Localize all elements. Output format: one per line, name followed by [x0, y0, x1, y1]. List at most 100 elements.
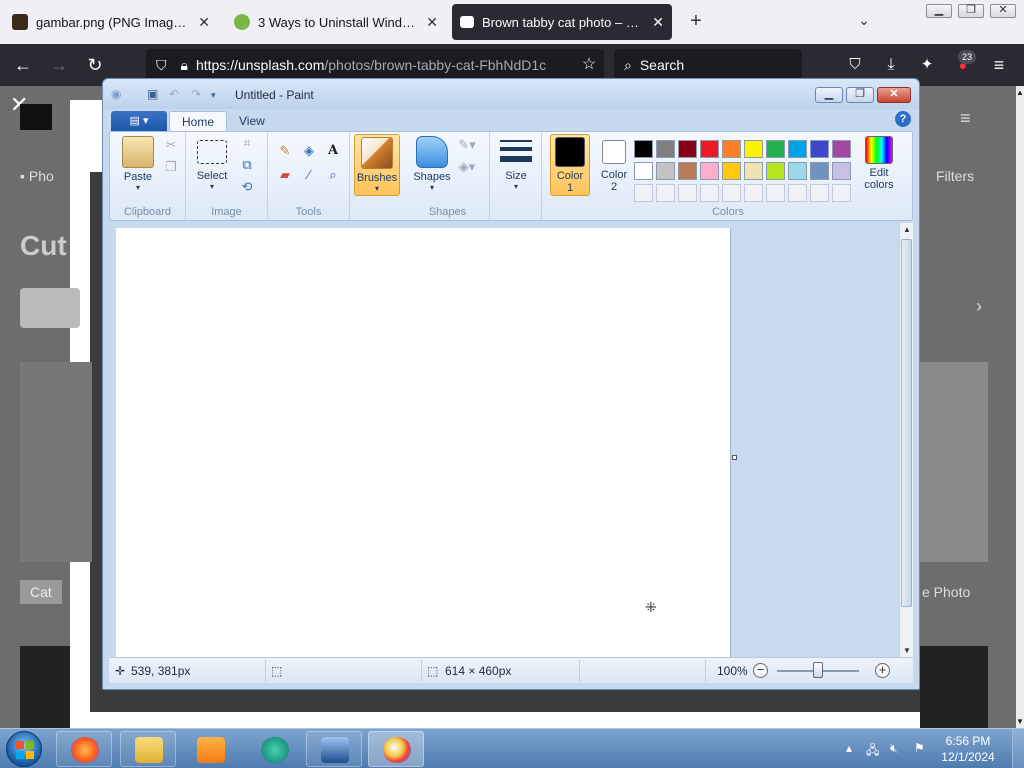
scroll-down-icon[interactable]: ▼	[1016, 717, 1024, 726]
fill-bucket-icon[interactable]: ◈	[300, 142, 318, 160]
chevron-down-icon[interactable]: ⌄	[852, 12, 876, 34]
paint-maximize-button[interactable]: ❐	[846, 87, 874, 103]
search-field[interactable]	[20, 288, 80, 328]
palette-color-swatch[interactable]	[678, 162, 697, 180]
magnifier-icon[interactable]: ⌕	[324, 166, 342, 184]
scroll-up-icon[interactable]: ▲	[900, 225, 914, 234]
system-clock[interactable]: 6:56 PM 12/1/2024	[928, 733, 1008, 765]
new-tab-button[interactable]: +	[682, 8, 710, 36]
show-hidden-icons-icon[interactable]: ▴	[846, 741, 852, 755]
edit-colors-button[interactable]: Edit colors	[856, 136, 902, 191]
page-scrollbar[interactable]: ▲ ▼	[1016, 86, 1024, 728]
extensions-icon[interactable]: ✦	[914, 52, 940, 78]
tab-gambar[interactable]: gambar.png (PNG Image, 907 × ✕	[4, 4, 218, 40]
help-icon[interactable]: ?	[895, 111, 911, 127]
outline-icon[interactable]: ✎▾	[458, 136, 476, 154]
thumbnail-image[interactable]	[20, 646, 70, 728]
paint-close-button[interactable]: ✕	[877, 87, 911, 103]
canvas-vertical-scrollbar[interactable]: ▲ ▼	[899, 223, 913, 657]
reload-icon[interactable]: ↻	[82, 52, 108, 78]
unsplash-logo[interactable]	[20, 104, 52, 130]
size-button[interactable]: Size ▾	[496, 136, 536, 191]
color-picker-icon[interactable]: ⁄	[300, 166, 318, 184]
hamburger-menu-icon[interactable]: ≡	[960, 108, 971, 129]
zoom-out-icon[interactable]: −	[753, 663, 768, 678]
back-arrow-icon[interactable]: ←	[10, 52, 36, 78]
start-button[interactable]	[6, 731, 42, 767]
close-icon[interactable]: ✕	[426, 14, 438, 31]
brushes-button[interactable]: Brushes ▾	[354, 134, 400, 196]
bookmark-star-icon[interactable]: ☆	[576, 52, 602, 78]
palette-custom-swatch[interactable]	[832, 184, 851, 202]
tab-home[interactable]: Home	[169, 111, 228, 131]
customize-qat-icon[interactable]: ▾	[211, 90, 216, 101]
palette-color-swatch[interactable]	[722, 140, 741, 158]
pocket-icon[interactable]: ⛉	[842, 52, 868, 78]
color1-button[interactable]: Color 1	[550, 134, 590, 196]
palette-custom-swatch[interactable]	[722, 184, 741, 202]
eraser-icon[interactable]: ▰	[276, 166, 294, 184]
taskbar-media-player[interactable]	[182, 731, 238, 767]
lock-icon[interactable]: 🔒︎	[181, 57, 188, 74]
palette-custom-swatch[interactable]	[700, 184, 719, 202]
chevron-right-icon[interactable]: ›	[976, 296, 982, 317]
taskbar-paint[interactable]	[368, 731, 424, 767]
palette-color-swatch[interactable]	[722, 162, 741, 180]
copy-icon[interactable]: ❐	[162, 158, 180, 176]
palette-custom-swatch[interactable]	[744, 184, 763, 202]
fill-icon[interactable]: ◈▾	[458, 158, 476, 176]
palette-color-swatch[interactable]	[832, 140, 851, 158]
search-bar[interactable]: ⌕ Search	[614, 49, 802, 81]
thumbnail-image[interactable]	[920, 646, 988, 728]
zoom-in-icon[interactable]: +	[875, 663, 890, 678]
palette-color-swatch[interactable]	[788, 162, 807, 180]
shapes-button[interactable]: Shapes ▾	[410, 136, 454, 192]
taskbar-explorer[interactable]	[120, 731, 176, 767]
minimize-button[interactable]: ▁	[926, 4, 952, 18]
pencil-icon[interactable]: ✎	[276, 142, 294, 160]
taskbar-virtualbox[interactable]	[306, 731, 362, 767]
shield-icon[interactable]: ⛉	[156, 57, 167, 74]
palette-color-swatch[interactable]	[678, 140, 697, 158]
undo-icon[interactable]: ↶	[169, 87, 179, 101]
hamburger-menu-icon[interactable]: ≡	[986, 52, 1012, 78]
palette-color-swatch[interactable]	[656, 162, 675, 180]
tab-brown-tabby-cat[interactable]: Brown tabby cat photo – Free A ✕	[452, 4, 672, 40]
volume-muted-icon[interactable]: 🔇︎	[890, 741, 898, 756]
crop-icon[interactable]: ⌗	[238, 134, 256, 152]
filters-button[interactable]: Filters	[936, 168, 974, 184]
canvas-resize-handle[interactable]	[732, 455, 737, 460]
taskbar-firefox[interactable]	[56, 731, 112, 767]
maximize-button[interactable]: ❐	[958, 4, 984, 18]
zoom-slider-thumb[interactable]	[813, 662, 823, 678]
tab-view[interactable]: View	[227, 111, 277, 131]
palette-color-swatch[interactable]	[744, 162, 763, 180]
tab-uninstall-windows[interactable]: 3 Ways to Uninstall Windows - ✕	[226, 4, 446, 40]
palette-color-swatch[interactable]	[700, 162, 719, 180]
palette-color-swatch[interactable]	[766, 162, 785, 180]
show-desktop-button[interactable]	[1012, 729, 1024, 768]
palette-custom-swatch[interactable]	[788, 184, 807, 202]
paint-file-menu-button[interactable]: ▤ ▾	[111, 111, 167, 131]
action-center-flag-icon[interactable]: ⚑	[914, 741, 925, 755]
palette-custom-swatch[interactable]	[766, 184, 785, 202]
paste-button[interactable]: Paste ▾	[118, 136, 158, 192]
tag-photo[interactable]: e Photo	[922, 580, 970, 604]
palette-custom-swatch[interactable]	[810, 184, 829, 202]
photos-nav[interactable]: ▪ Pho	[20, 168, 54, 184]
scroll-down-icon[interactable]: ▼	[900, 646, 914, 655]
drawing-canvas[interactable]	[116, 228, 730, 657]
download-icon[interactable]: ⤓	[878, 52, 904, 78]
palette-color-swatch[interactable]	[634, 162, 653, 180]
close-icon[interactable]: ✕	[198, 14, 210, 31]
taskbar-app[interactable]	[246, 731, 302, 767]
palette-color-swatch[interactable]	[700, 140, 719, 158]
palette-color-swatch[interactable]	[744, 140, 763, 158]
redo-icon[interactable]: ↷	[191, 87, 201, 101]
rotate-icon[interactable]: ⟲	[238, 178, 256, 196]
tag-cat[interactable]: Cat	[20, 580, 62, 604]
text-icon[interactable]: A	[324, 142, 342, 160]
cut-icon[interactable]: ✂	[162, 136, 180, 154]
select-button[interactable]: Select ▾	[192, 136, 232, 191]
palette-custom-swatch[interactable]	[656, 184, 675, 202]
